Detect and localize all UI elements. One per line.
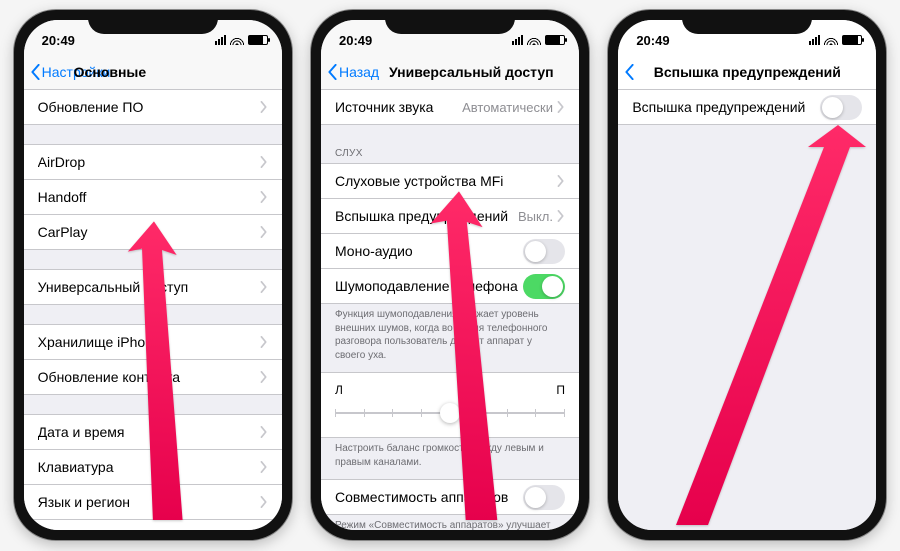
row-storage[interactable]: Хранилище iPhone (24, 324, 282, 360)
signal-icon (215, 35, 226, 45)
settings-list[interactable]: Обновление ПО AirDrop Handoff CarPlay (24, 90, 282, 530)
settings-list[interactable]: Источник звука Автоматически СЛУХ Слухов… (321, 90, 579, 530)
chevron-right-icon (260, 496, 268, 508)
row-language-region[interactable]: Язык и регион (24, 484, 282, 520)
wifi-icon (824, 35, 838, 45)
balance-right-label: П (556, 383, 565, 397)
chevron-right-icon (260, 191, 268, 203)
back-button[interactable] (624, 64, 635, 80)
wifi-icon (230, 35, 244, 45)
row-software-update[interactable]: Обновление ПО (24, 90, 282, 125)
notch (385, 10, 515, 34)
signal-icon (809, 35, 820, 45)
status-time: 20:49 (636, 33, 669, 48)
row-dictionary[interactable]: Словарь (24, 519, 282, 530)
chevron-right-icon (260, 226, 268, 238)
row-airdrop[interactable]: AirDrop (24, 144, 282, 180)
chevron-right-icon (260, 156, 268, 168)
row-balance-slider[interactable]: Л П (321, 372, 579, 438)
row-hearing-devices[interactable]: Слуховые устройства MFi (321, 163, 579, 199)
compat-switch[interactable] (523, 485, 565, 510)
row-background-refresh[interactable]: Обновление контента (24, 359, 282, 395)
nav-bar: Вспышка предупреждений (618, 54, 876, 90)
chevron-right-icon (260, 101, 268, 113)
mono-audio-switch[interactable] (523, 239, 565, 264)
status-time: 20:49 (339, 33, 372, 48)
status-time: 20:49 (42, 33, 75, 48)
nav-title: Вспышка предупреждений (618, 64, 876, 80)
row-audio-source[interactable]: Источник звука Автоматически (321, 90, 579, 125)
chevron-right-icon (260, 336, 268, 348)
notch (88, 10, 218, 34)
chevron-right-icon (557, 101, 565, 113)
chevron-right-icon (260, 371, 268, 383)
settings-list[interactable]: Вспышка предупреждений (618, 90, 876, 530)
row-led-flash-alerts[interactable]: Вспышка предупреждений Выкл. (321, 198, 579, 234)
section-header-hearing: СЛУХ (321, 144, 579, 163)
chevron-left-icon (30, 64, 41, 80)
flash-value: Выкл. (518, 209, 553, 224)
back-label: Назад (339, 64, 379, 80)
back-label: Настройки (42, 64, 111, 80)
row-carplay[interactable]: CarPlay (24, 214, 282, 250)
wifi-icon (527, 35, 541, 45)
footer-compat: Режим «Совместимость аппаратов» улучшает… (321, 514, 579, 530)
row-date-time[interactable]: Дата и время (24, 414, 282, 450)
nav-bar: Настройки Основные (24, 54, 282, 90)
balance-left-label: Л (335, 383, 343, 397)
audio-source-value: Автоматически (462, 100, 553, 115)
battery-icon (545, 35, 565, 45)
balance-slider[interactable] (335, 403, 565, 423)
chevron-right-icon (260, 281, 268, 293)
nav-bar: Назад Универсальный доступ (321, 54, 579, 90)
row-accessibility[interactable]: Универсальный доступ (24, 269, 282, 305)
row-keyboard[interactable]: Клавиатура (24, 449, 282, 485)
noise-cancel-switch[interactable] (523, 274, 565, 299)
row-led-flash-toggle[interactable]: Вспышка предупреждений (618, 90, 876, 125)
chevron-right-icon (557, 210, 565, 222)
row-hearing-compat[interactable]: Совместимость аппаратов (321, 479, 579, 515)
chevron-right-icon (260, 461, 268, 473)
chevron-right-icon (260, 426, 268, 438)
row-handoff[interactable]: Handoff (24, 179, 282, 215)
notch (682, 10, 812, 34)
chevron-right-icon (557, 175, 565, 187)
phone-2: 20:49 Назад Универсальный доступ Источни… (311, 10, 589, 540)
signal-icon (512, 35, 523, 45)
battery-icon (842, 35, 862, 45)
back-button[interactable]: Настройки (30, 64, 111, 80)
back-button[interactable]: Назад (327, 64, 379, 80)
phone-3: 20:49 Вспышка предупреждений Вспышка пре… (608, 10, 886, 540)
row-noise-cancellation[interactable]: Шумоподавление телефона (321, 268, 579, 304)
phone-1: 20:49 Настройки Основные Обновление ПО (14, 10, 292, 540)
footer-noise: Функция шумоподавления снижает уровень в… (321, 303, 579, 364)
row-mono-audio[interactable]: Моно-аудио (321, 233, 579, 269)
chevron-left-icon (624, 64, 635, 80)
battery-icon (248, 35, 268, 45)
led-flash-switch[interactable] (820, 95, 862, 120)
chevron-left-icon (327, 64, 338, 80)
footer-balance: Настроить баланс громкости между левым и… (321, 437, 579, 471)
